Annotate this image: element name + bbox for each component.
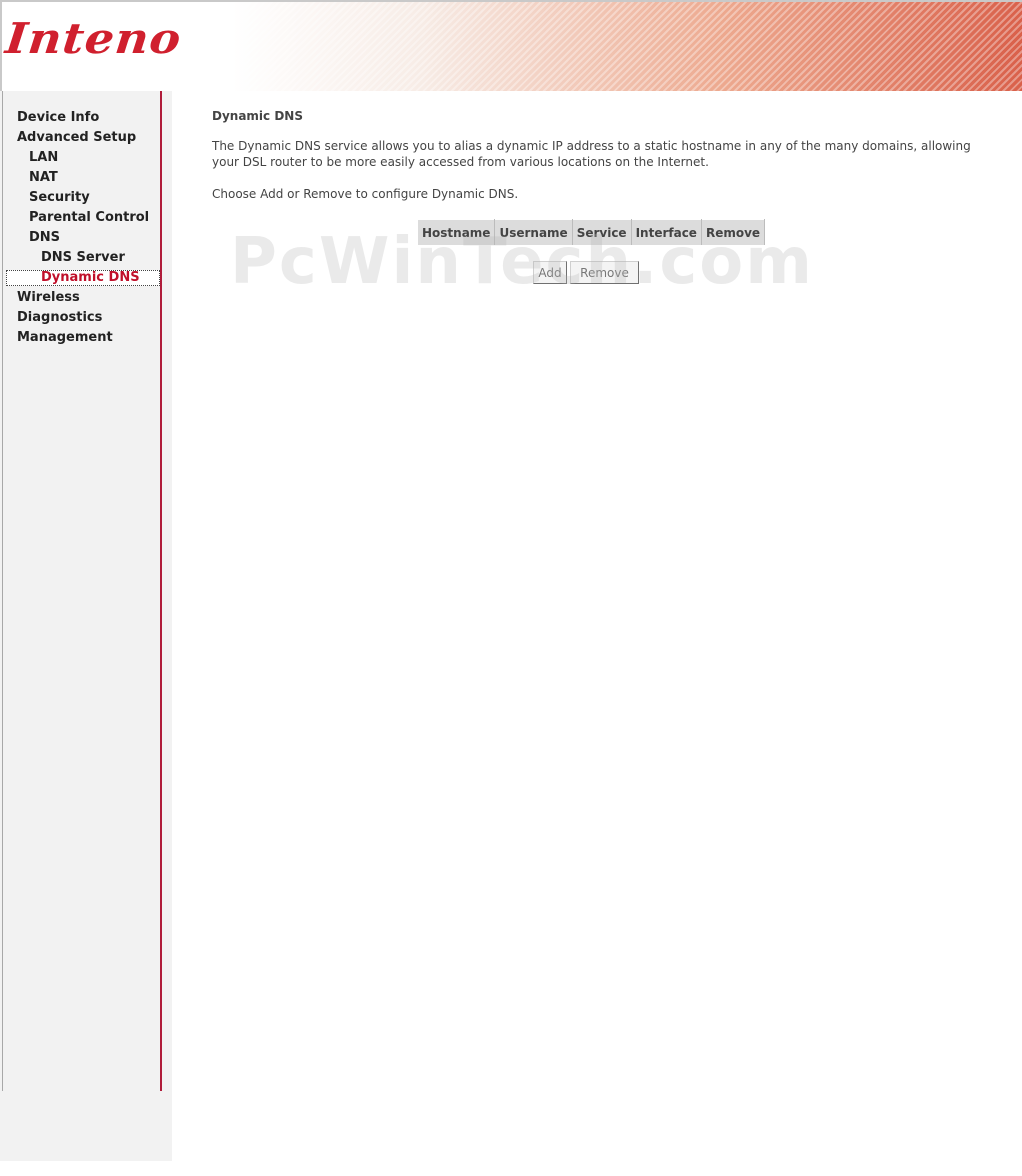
sidebar-menu: Device Info Advanced Setup LAN NAT Secur… — [6, 108, 160, 348]
action-buttons: Add Remove — [533, 261, 639, 284]
inteno-logo: Inteno — [3, 13, 184, 63]
column-header-hostname: Hostname — [416, 219, 496, 246]
column-header-service: Service — [571, 219, 632, 246]
add-button[interactable]: Add — [533, 261, 567, 284]
sidebar-item-dns[interactable]: DNS — [6, 228, 160, 248]
ddns-table: Hostname Username Service Interface Remo… — [416, 219, 766, 246]
sidebar-item-security[interactable]: Security — [6, 188, 160, 208]
sidebar-item-device-info[interactable]: Device Info — [6, 108, 160, 128]
table-header-row: Hostname Username Service Interface Remo… — [416, 219, 766, 246]
sidebar-item-lan[interactable]: LAN — [6, 148, 160, 168]
sidebar-item-dns-server[interactable]: DNS Server — [6, 248, 160, 268]
page-description: The Dynamic DNS service allows you to al… — [212, 139, 971, 169]
main-content: Dynamic DNS The Dynamic DNS service allo… — [212, 106, 982, 284]
header-banner: Inteno — [0, 0, 1022, 91]
sidebar-item-diagnostics[interactable]: Diagnostics — [6, 308, 160, 328]
sidebar-item-wireless[interactable]: Wireless — [6, 288, 160, 308]
page-instruction: Choose Add or Remove to configure Dynami… — [212, 187, 519, 201]
sidebar-item-nat[interactable]: NAT — [6, 168, 160, 188]
remove-button[interactable]: Remove — [570, 261, 639, 284]
column-header-interface: Interface — [630, 219, 702, 246]
sidebar-item-dynamic-dns[interactable]: Dynamic DNS — [6, 270, 160, 286]
column-header-remove: Remove — [700, 219, 766, 246]
sidebar-gutter — [162, 91, 172, 1161]
page-title: Dynamic DNS — [212, 109, 303, 123]
sidebar-left-border — [2, 91, 3, 1091]
sidebar-item-parental-control[interactable]: Parental Control — [6, 208, 160, 228]
sidebar-item-advanced-setup[interactable]: Advanced Setup — [6, 128, 160, 148]
sidebar-item-management[interactable]: Management — [6, 328, 160, 348]
column-header-username: Username — [494, 219, 573, 246]
ddns-table-wrapper: Hostname Username Service Interface Remo… — [416, 219, 766, 246]
